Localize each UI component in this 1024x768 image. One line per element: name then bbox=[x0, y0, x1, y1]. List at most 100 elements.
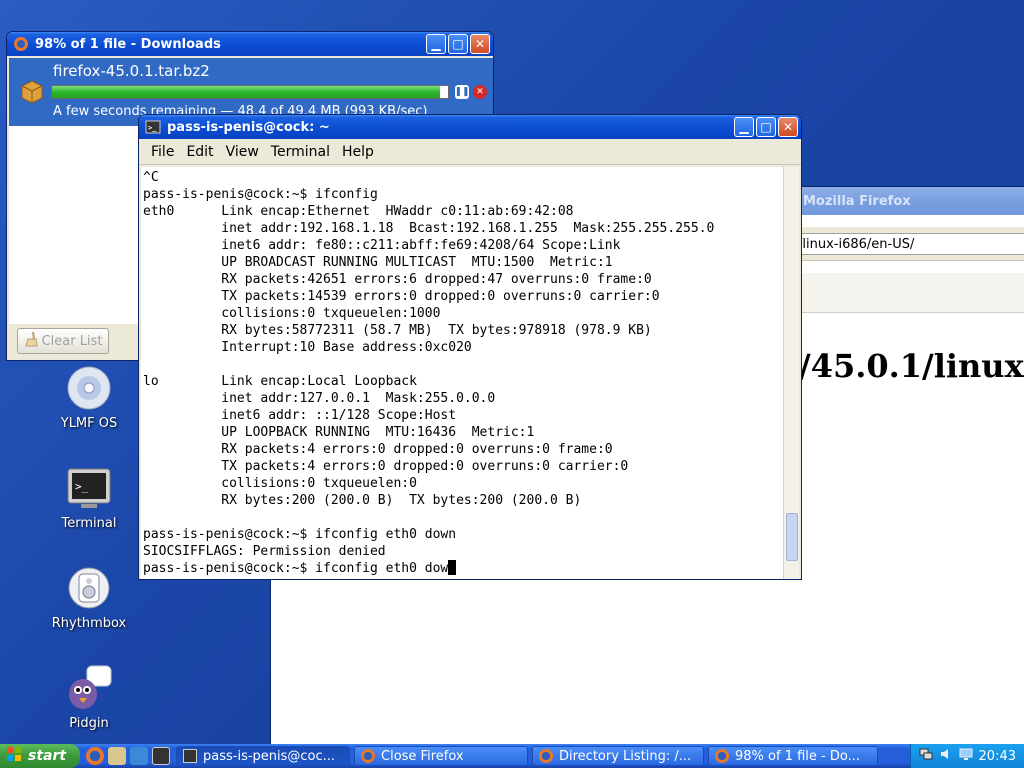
terminal-text: ^C pass-is-penis@cock:~$ ifconfig eth0 Lin… bbox=[141, 167, 785, 577]
close-button[interactable]: ✕ bbox=[778, 117, 798, 137]
task-directory-listing[interactable]: Directory Listing: /... bbox=[532, 746, 704, 766]
minimize-button[interactable]: ▁ bbox=[734, 117, 754, 137]
terminal-line: collisions:0 txqueuelen:1000 bbox=[143, 306, 441, 321]
download-file-name: firefox-45.0.1.tar.bz2 bbox=[53, 62, 210, 80]
terminal-line: inet6 addr: fe80::c211:abff:fe69:4208/64… bbox=[143, 238, 621, 253]
minimize-button[interactable]: ▁ bbox=[426, 34, 446, 54]
terminal-line: lo Link encap:Local Loopback bbox=[143, 374, 417, 389]
desktop-icon-label: Terminal bbox=[61, 516, 117, 531]
system-tray: 20:43 bbox=[909, 744, 1024, 768]
task-label: 98% of 1 file - Do... bbox=[735, 748, 860, 764]
pause-icon[interactable]: ❚❚ bbox=[454, 85, 470, 99]
terminal-line: RX packets:4 errors:0 dropped:0 overruns… bbox=[143, 442, 613, 457]
terminal-line: eth0 Link encap:Ethernet HWaddr c0:11:ab… bbox=[143, 204, 574, 219]
page-heading: /45.0.1/linux- bbox=[799, 347, 1024, 385]
scrollbar-thumb[interactable] bbox=[786, 513, 798, 561]
terminal-line: TX packets:4 errors:0 dropped:0 overruns… bbox=[143, 459, 629, 474]
rhythmbox-icon bbox=[65, 564, 113, 612]
terminal-title: pass-is-penis@cock: ~ bbox=[167, 119, 330, 135]
package-icon bbox=[19, 78, 45, 107]
desktop-icon-label: Pidgin bbox=[69, 716, 109, 731]
menu-view[interactable]: View bbox=[220, 144, 265, 160]
desktop-icon-ylmf-os[interactable]: YLMF OS bbox=[34, 364, 144, 431]
terminal-line: UP LOOPBACK RUNNING MTU:16436 Metric:1 bbox=[143, 425, 535, 440]
download-progress-bar bbox=[51, 85, 449, 99]
terminal-line: TX packets:14539 errors:0 dropped:0 over… bbox=[143, 289, 660, 304]
maximize-button[interactable]: □ bbox=[448, 34, 468, 54]
terminal-icon bbox=[183, 749, 197, 763]
task-label: Close Firefox bbox=[381, 748, 464, 764]
terminal-line: inet6 addr: ::1/128 Scope:Host bbox=[143, 408, 457, 423]
cancel-icon[interactable]: ✕ bbox=[473, 85, 487, 99]
task-label: Directory Listing: /... bbox=[559, 748, 692, 764]
menu-file[interactable]: File bbox=[145, 144, 180, 160]
desktop-icon-label: YLMF OS bbox=[60, 416, 118, 431]
task-close-firefox[interactable]: Close Firefox bbox=[354, 746, 528, 766]
display-icon[interactable] bbox=[959, 747, 973, 765]
firefox-icon bbox=[715, 749, 729, 763]
menu-edit[interactable]: Edit bbox=[180, 144, 219, 160]
firefox-icon bbox=[539, 749, 553, 763]
desktop: Mozilla Firefox /linux-i686/en-US/ /45.0… bbox=[0, 0, 1024, 744]
terminal-output[interactable]: ^C pass-is-penis@cock:~$ ifconfig eth0 Lin… bbox=[141, 167, 785, 579]
downloads-title: 98% of 1 file - Downloads bbox=[35, 36, 221, 52]
terminal-line: Interrupt:10 Base address:0xc020 bbox=[143, 340, 472, 355]
terminal-line: inet addr:127.0.0.1 Mask:255.0.0.0 bbox=[143, 391, 496, 406]
download-progress-fill bbox=[52, 86, 441, 98]
downloads-titlebar[interactable]: 98% of 1 file - Downloads ▁ □ ✕ bbox=[7, 32, 493, 56]
terminal-line: pass-is-penis@cock:~$ ifconfig eth0 down bbox=[143, 527, 457, 542]
terminal-menubar: File Edit View Terminal Help bbox=[139, 139, 801, 165]
task-terminal[interactable]: pass-is-penis@coc... bbox=[176, 746, 350, 766]
quick-launch bbox=[80, 747, 176, 765]
terminal-line: RX bytes:58772311 (58.7 MB) TX bytes:978… bbox=[143, 323, 652, 338]
clear-list-label: Clear List bbox=[41, 333, 103, 349]
terminal-line: UP BROADCAST RUNNING MULTICAST MTU:1500 … bbox=[143, 255, 613, 270]
terminal-line: ^C bbox=[143, 170, 159, 185]
maximize-button[interactable]: □ bbox=[756, 117, 776, 137]
desktop-icon-rhythmbox[interactable]: Rhythmbox bbox=[34, 564, 144, 631]
terminal-icon: >_ bbox=[65, 464, 113, 512]
terminal-line: SIOCSIFFLAGS: Permission denied bbox=[143, 544, 386, 559]
terminal-line: RX packets:42651 errors:6 dropped:47 ove… bbox=[143, 272, 652, 287]
desktop-icon-terminal[interactable]: >_ Terminal bbox=[34, 464, 144, 531]
menu-terminal[interactable]: Terminal bbox=[265, 144, 336, 160]
terminal-line: pass-is-penis@cock:~$ ifconfig eth0 dow bbox=[143, 560, 785, 577]
close-button[interactable]: ✕ bbox=[470, 34, 490, 54]
menu-help[interactable]: Help bbox=[336, 144, 380, 160]
browser-launch-icon[interactable] bbox=[130, 747, 148, 765]
windows-logo-icon bbox=[6, 746, 22, 766]
task-downloads[interactable]: 98% of 1 file - Do... bbox=[708, 746, 878, 766]
terminal-line: pass-is-penis@cock:~$ ifconfig bbox=[143, 187, 378, 202]
terminal-line: RX bytes:200 (200.0 B) TX bytes:200 (200… bbox=[143, 493, 582, 508]
pidgin-icon bbox=[65, 664, 113, 712]
text-cursor bbox=[448, 560, 457, 575]
terminal-window[interactable]: >_ pass-is-penis@cock: ~ ▁ □ ✕ File Edit… bbox=[138, 114, 802, 580]
clear-list-button[interactable]: Clear List bbox=[17, 328, 109, 354]
terminal-icon: >_ bbox=[145, 119, 161, 135]
svg-text:>_: >_ bbox=[75, 480, 89, 493]
file-manager-launch-icon[interactable] bbox=[108, 747, 126, 765]
task-label: pass-is-penis@coc... bbox=[203, 748, 336, 764]
terminal-scrollbar[interactable] bbox=[783, 167, 799, 579]
firefox-icon bbox=[361, 749, 375, 763]
taskbar: start pass-is-penis@coc... Close Firefox… bbox=[0, 744, 1024, 768]
volume-icon[interactable] bbox=[939, 747, 953, 765]
firefox-icon bbox=[13, 36, 29, 52]
svg-text:>_: >_ bbox=[148, 124, 157, 132]
desktop-icon-label: Rhythmbox bbox=[51, 616, 127, 631]
firefox-url-bar[interactable]: /linux-i686/en-US/ bbox=[791, 233, 1024, 255]
clock[interactable]: 20:43 bbox=[979, 749, 1016, 764]
terminal-titlebar[interactable]: >_ pass-is-penis@cock: ~ ▁ □ ✕ bbox=[139, 115, 801, 139]
desktop-icon-pidgin[interactable]: Pidgin bbox=[34, 664, 144, 731]
terminal-launch-icon[interactable] bbox=[152, 747, 170, 765]
start-button[interactable]: start bbox=[0, 744, 80, 768]
terminal-line: inet addr:192.168.1.18 Bcast:192.168.1.2… bbox=[143, 221, 715, 236]
terminal-line: collisions:0 txqueuelen:0 bbox=[143, 476, 417, 491]
broom-icon bbox=[24, 331, 38, 351]
start-label: start bbox=[28, 748, 67, 764]
firefox-launch-icon[interactable] bbox=[86, 747, 104, 765]
cd-drive-icon bbox=[65, 364, 113, 412]
network-icon[interactable] bbox=[919, 747, 933, 765]
